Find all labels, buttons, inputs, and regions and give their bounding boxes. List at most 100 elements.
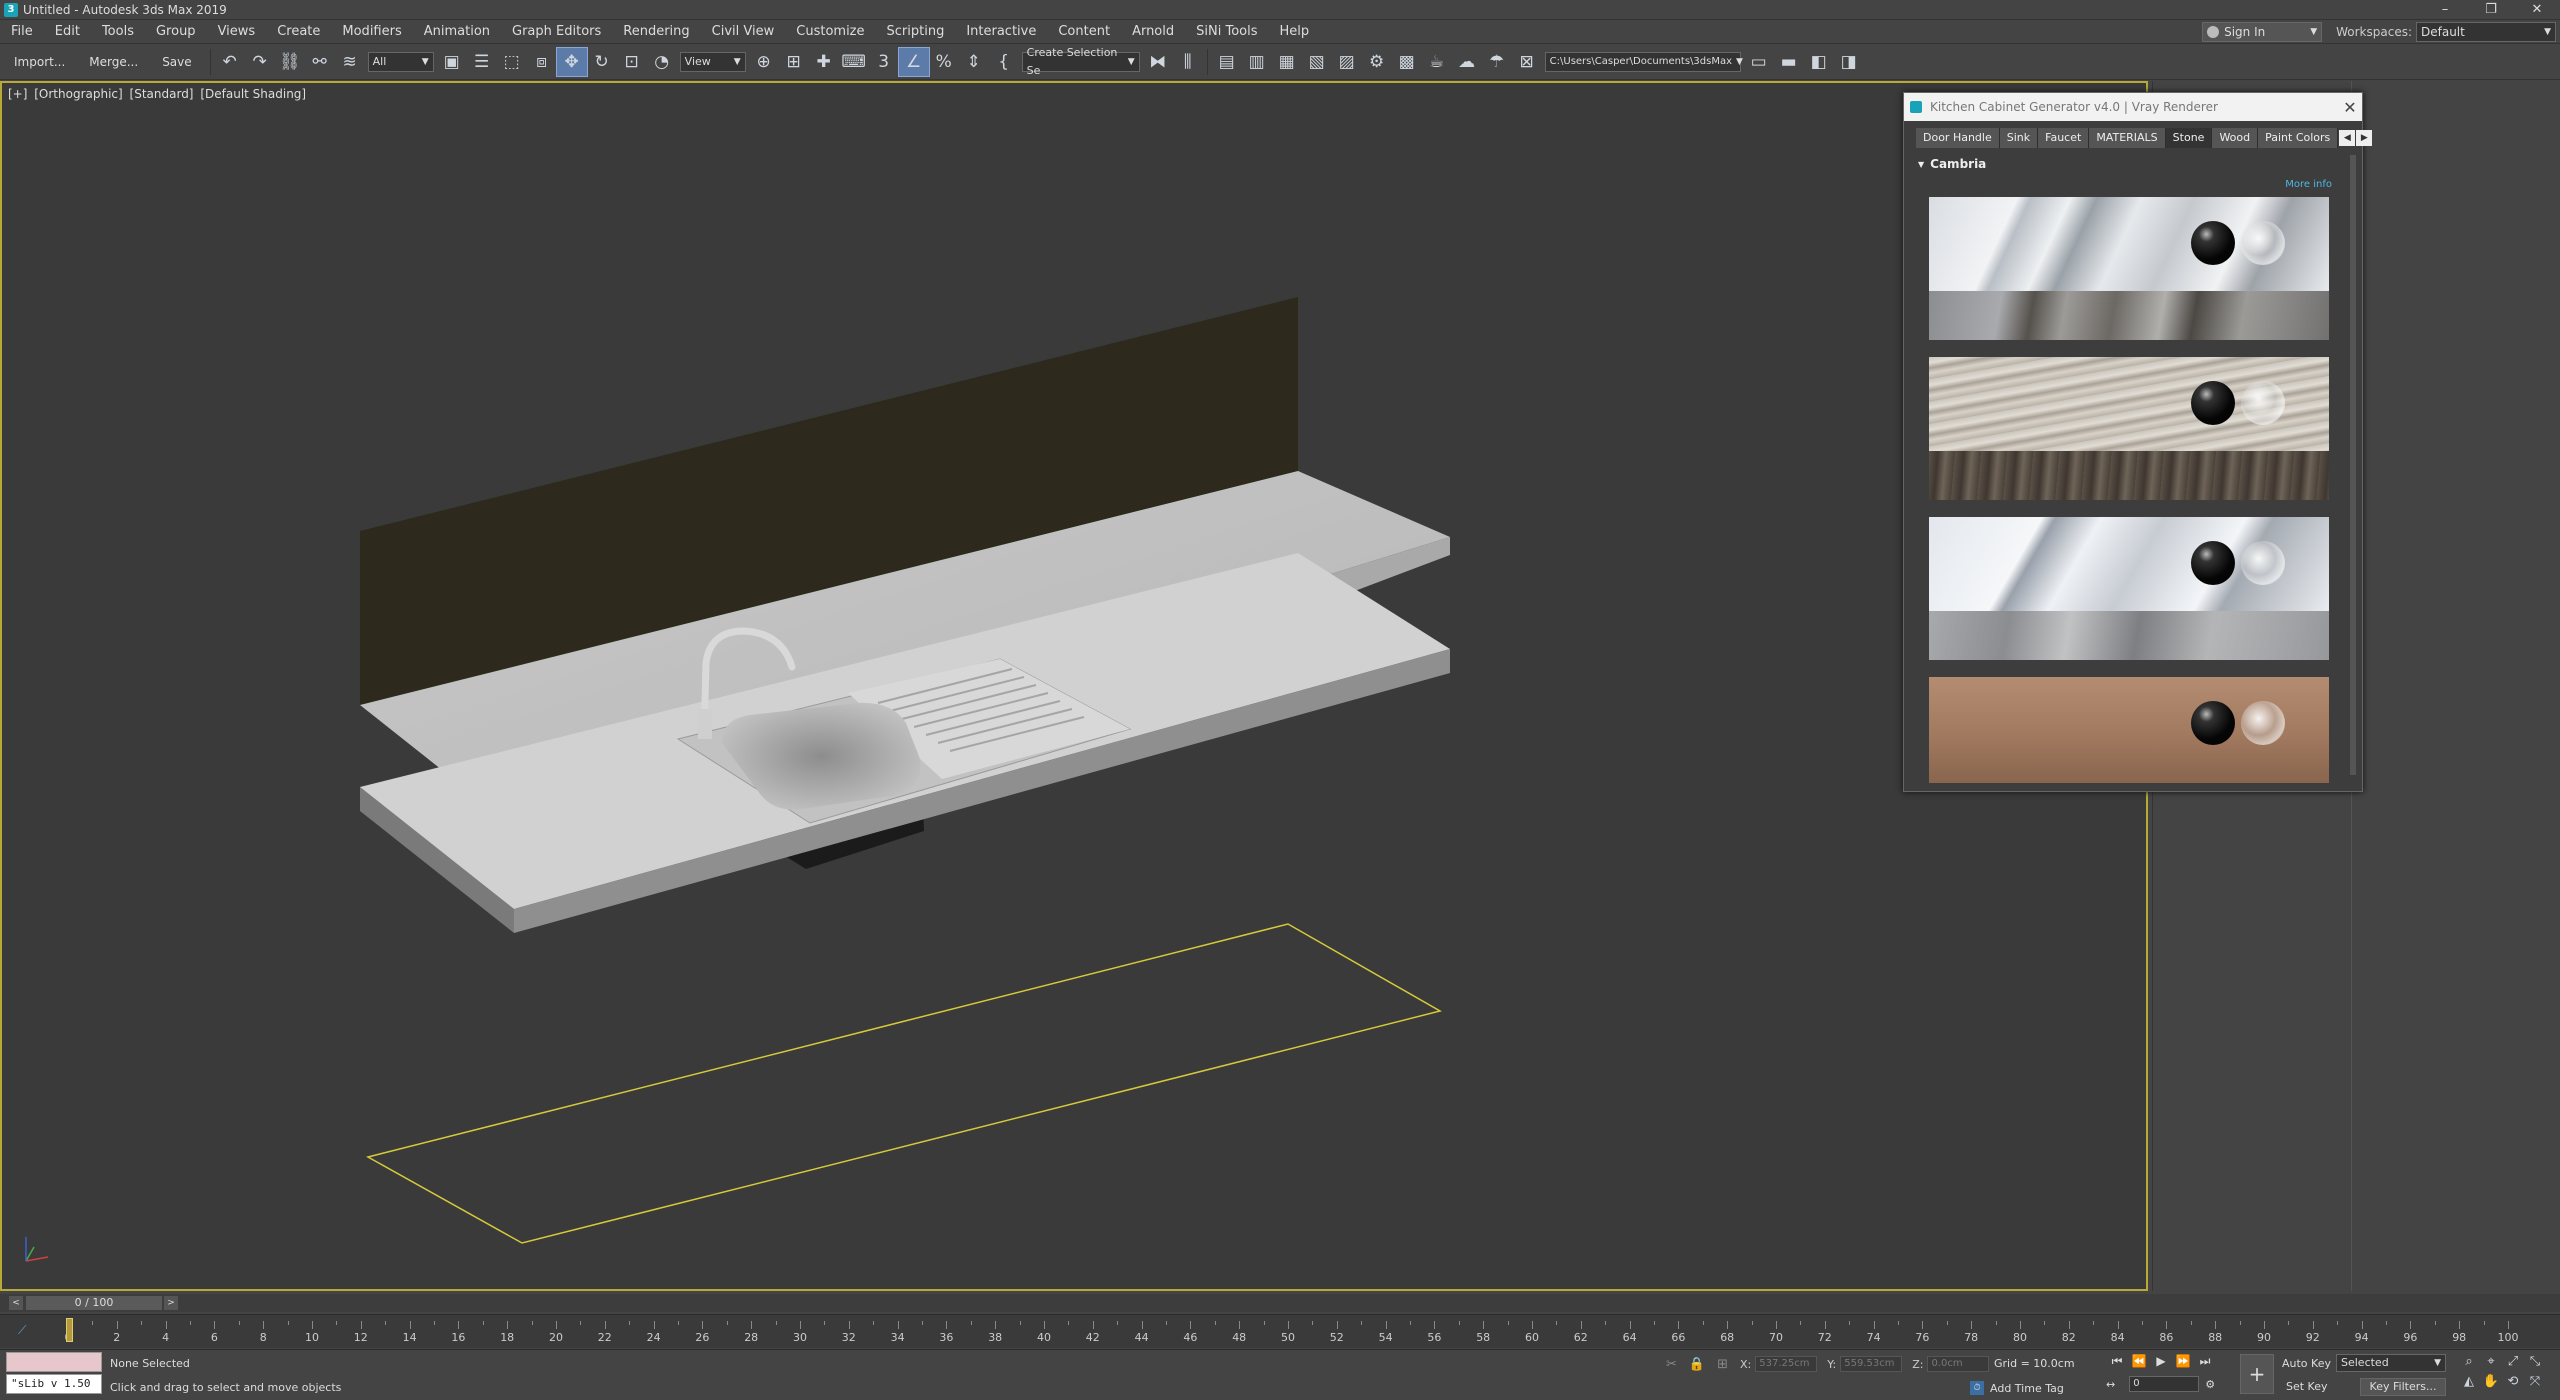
- next-frame-icon[interactable]: ⏩: [2172, 1354, 2194, 1372]
- angle-snap-icon[interactable]: ∠: [897, 46, 930, 77]
- zoom-extents-icon[interactable]: ⤢: [2502, 1354, 2524, 1374]
- menu-interactive[interactable]: Interactive: [955, 20, 1047, 44]
- ribbon-icon[interactable]: ▥: [1242, 48, 1272, 76]
- time-configuration-icon[interactable]: ⚙: [2205, 1378, 2215, 1391]
- project-folder-dropdown[interactable]: C:\Users\Casper\Documents\3dsMax ▼: [1544, 51, 1743, 72]
- auto-key-button[interactable]: Auto Key: [2282, 1357, 2331, 1370]
- previous-frame-icon[interactable]: ⏪: [2128, 1354, 2150, 1372]
- x-field[interactable]: 537.25cm: [1755, 1356, 1818, 1372]
- select-object-icon[interactable]: ▣: [437, 48, 467, 76]
- menu-graph-editors[interactable]: Graph Editors: [501, 20, 612, 44]
- plugin-close-button[interactable]: ✕: [2338, 98, 2362, 117]
- tab-scroll-left-icon[interactable]: ◀: [2339, 130, 2356, 146]
- edit-named-selection-icon[interactable]: {: [989, 48, 1019, 76]
- select-and-rotate-icon[interactable]: ↻: [587, 48, 617, 76]
- folder-up-icon[interactable]: ◧: [1804, 48, 1834, 76]
- selection-filter-dropdown[interactable]: All ▼: [367, 51, 434, 72]
- maxscript-mini-input[interactable]: "sLib v 1.50: [6, 1374, 102, 1394]
- field-of-view-icon[interactable]: ◭: [2458, 1374, 2480, 1394]
- menu-customize[interactable]: Customize: [785, 20, 875, 44]
- material-thumbnail[interactable]: [1929, 517, 2329, 660]
- track-bar[interactable]: ⟋ 02468101214161820222426283032343638404…: [0, 1314, 2560, 1348]
- tab-faucet[interactable]: Faucet: [2038, 128, 2090, 148]
- time-config-icon[interactable]: ↔: [2106, 1378, 2115, 1391]
- zoom-icon[interactable]: ⌕: [2458, 1354, 2480, 1374]
- menu-sini-tools[interactable]: SiNi Tools: [1185, 20, 1268, 44]
- menu-edit[interactable]: Edit: [44, 20, 91, 44]
- menu-create[interactable]: Create: [266, 20, 331, 44]
- named-selection-dropdown[interactable]: Create Selection Se ▼: [1021, 46, 1140, 77]
- rectangular-selection-icon[interactable]: ⬚: [497, 48, 527, 76]
- go-to-start-icon[interactable]: ⏮: [2106, 1354, 2128, 1372]
- time-slider-handle[interactable]: 0 / 100: [26, 1296, 162, 1310]
- keyboard-icon[interactable]: ⌨: [839, 48, 869, 76]
- tab-sink[interactable]: Sink: [1999, 128, 2039, 148]
- menu-content[interactable]: Content: [1047, 20, 1121, 44]
- next-frame-button[interactable]: >: [164, 1296, 178, 1310]
- keyboard-shortcut-override-icon[interactable]: ⊞: [779, 48, 809, 76]
- tab-scroll-right-icon[interactable]: ▶: [2356, 130, 2373, 146]
- window-crossing-icon[interactable]: ⧈: [527, 48, 557, 76]
- key-mode-dropdown[interactable]: Selected ▼: [2336, 1354, 2446, 1372]
- plugin-titlebar[interactable]: Kitchen Cabinet Generator v4.0 | Vray Re…: [1904, 93, 2362, 121]
- link-icon[interactable]: ⛓: [275, 48, 305, 76]
- close-button[interactable]: ✕: [2514, 0, 2560, 20]
- workspace-select[interactable]: Default ▼: [2416, 22, 2556, 42]
- rendered-frame-window-icon[interactable]: ▩: [1392, 48, 1422, 76]
- bind-spacewarp-icon[interactable]: ≋: [335, 48, 365, 76]
- curve-editor-icon[interactable]: ▦: [1272, 48, 1302, 76]
- material-editor-icon[interactable]: ▨: [1332, 48, 1362, 76]
- menu-scripting[interactable]: Scripting: [876, 20, 956, 44]
- render-iterative-icon[interactable]: ☁: [1452, 48, 1482, 76]
- zoom-extents-all-icon[interactable]: ⤡: [2524, 1354, 2546, 1374]
- current-frame-marker[interactable]: [66, 1318, 73, 1342]
- menu-tools[interactable]: Tools: [91, 20, 145, 44]
- y-field[interactable]: 559.53cm: [1840, 1356, 1903, 1372]
- minimize-button[interactable]: –: [2422, 0, 2468, 20]
- restore-button[interactable]: ❐: [2468, 0, 2514, 20]
- frame-ruler[interactable]: 0246810121416182022242628303234363840424…: [58, 1315, 2519, 1349]
- selection-lock-icon[interactable]: 🔒: [1689, 1357, 1705, 1372]
- faucet-base[interactable]: [698, 709, 712, 739]
- select-manipulate-icon[interactable]: ✚: [809, 48, 839, 76]
- sign-in-button[interactable]: Sign In ▼: [2202, 22, 2323, 42]
- tab-door-handle[interactable]: Door Handle: [1916, 128, 2000, 148]
- layer-explorer-icon[interactable]: ▤: [1212, 48, 1242, 76]
- menu-file[interactable]: File: [0, 20, 44, 44]
- menu-arnold[interactable]: Arnold: [1121, 20, 1185, 44]
- reference-coordinate-dropdown[interactable]: View ▼: [679, 51, 746, 72]
- menu-help[interactable]: Help: [1269, 20, 1321, 44]
- viewport-orthographic[interactable]: [+] [Orthographic] [Standard] [Default S…: [0, 81, 2148, 1291]
- select-and-place-icon[interactable]: ◔: [647, 48, 677, 76]
- maximize-viewport-icon[interactable]: ⤧: [2524, 1374, 2546, 1394]
- render-setup-icon[interactable]: ⚙: [1362, 48, 1392, 76]
- menu-rendering[interactable]: Rendering: [612, 20, 700, 44]
- render-production-icon[interactable]: ☕: [1422, 48, 1452, 76]
- pivot-center-icon[interactable]: ⊕: [749, 48, 779, 76]
- tab-stone[interactable]: Stone: [2165, 128, 2213, 148]
- schematic-view-icon[interactable]: ▧: [1302, 48, 1332, 76]
- add-time-tag-button[interactable]: ⏱ Add Time Tag: [1970, 1381, 2064, 1395]
- maxscript-listener[interactable]: [6, 1352, 102, 1372]
- orbit-icon[interactable]: ⟲: [2502, 1374, 2524, 1394]
- render-shade-icon[interactable]: ⊠: [1512, 48, 1542, 76]
- more-info-link[interactable]: More info: [2285, 179, 2332, 190]
- section-header[interactable]: ▼ Cambria: [1916, 155, 2336, 173]
- set-keys-button[interactable]: +: [2240, 1354, 2274, 1394]
- menu-civil-view[interactable]: Civil View: [701, 20, 786, 44]
- tab-paint-colors[interactable]: Paint Colors: [2258, 128, 2339, 148]
- play-icon[interactable]: ▶: [2150, 1354, 2172, 1372]
- select-and-move-icon[interactable]: ✥: [555, 46, 588, 77]
- import-button[interactable]: Import...: [4, 50, 75, 74]
- menu-views[interactable]: Views: [207, 20, 267, 44]
- undo-icon[interactable]: ↶: [215, 48, 245, 76]
- pan-icon[interactable]: ✋: [2480, 1374, 2502, 1394]
- select-and-scale-icon[interactable]: ⊡: [617, 48, 647, 76]
- floor-selection-rectangle[interactable]: [365, 923, 1442, 1244]
- prev-frame-button[interactable]: <: [9, 1296, 23, 1310]
- key-filters-button[interactable]: Key Filters...: [2360, 1378, 2446, 1396]
- save-button[interactable]: Save: [152, 50, 201, 74]
- material-thumbnail[interactable]: [1929, 357, 2329, 500]
- select-by-name-icon[interactable]: ☰: [467, 48, 497, 76]
- menu-modifiers[interactable]: Modifiers: [331, 20, 412, 44]
